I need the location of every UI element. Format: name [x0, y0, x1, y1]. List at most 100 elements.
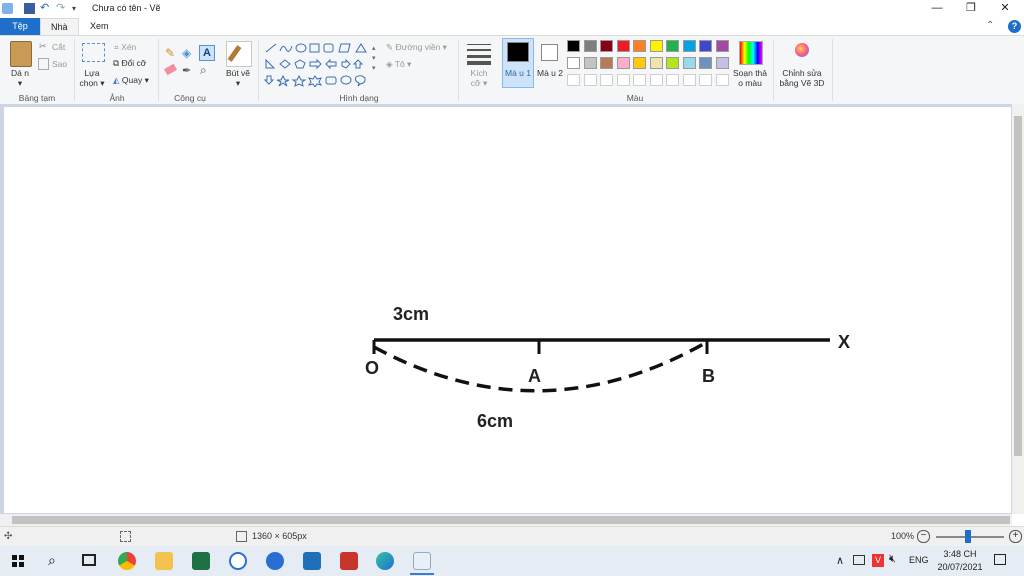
eraser-icon[interactable] [163, 63, 178, 76]
help-icon[interactable]: ? [1008, 20, 1021, 33]
palette-swatch[interactable] [567, 57, 580, 69]
palette-swatch[interactable] [616, 40, 630, 52]
brushes-button[interactable]: Bút vẽ ▾ [224, 68, 252, 88]
palette-swatch[interactable] [567, 40, 580, 52]
file-explorer-icon[interactable] [155, 552, 173, 570]
clock-date[interactable]: 20/07/2021 [935, 562, 985, 572]
drawing-canvas[interactable]: 3cm 6cm O A B X [4, 107, 1011, 513]
palette-swatch[interactable] [583, 40, 597, 52]
outline-button[interactable]: ✎ Đường viền ▾ [386, 42, 447, 53]
windows-start-icon[interactable] [12, 555, 24, 567]
color2-swatch[interactable] [541, 44, 558, 61]
zoom-out-icon[interactable]: − [917, 530, 930, 543]
network-icon[interactable] [853, 555, 865, 565]
cut-button[interactable]: Cắt [52, 42, 65, 52]
paint3d-button[interactable]: Chỉnh sửa bằng Vẽ 3D [778, 68, 826, 88]
edit-colors-button[interactable]: Soạn thả o màu [730, 68, 770, 88]
paint-taskbar-icon[interactable] [413, 552, 431, 570]
palette-swatch[interactable] [682, 40, 696, 52]
zoom-in-icon[interactable]: + [1009, 530, 1022, 543]
close-button[interactable]: ✕ [988, 0, 1022, 18]
palette-swatch[interactable] [699, 57, 712, 69]
palette-swatch[interactable] [699, 74, 712, 86]
palette-swatch[interactable] [633, 57, 646, 69]
color-picker-icon[interactable]: ✒ [182, 64, 191, 77]
horizontal-scroll-thumb[interactable] [12, 516, 1010, 524]
palette-swatch[interactable] [567, 74, 580, 86]
copy-icon[interactable] [38, 58, 49, 70]
paint-app-icon[interactable] [2, 3, 13, 14]
palette-swatch[interactable] [682, 74, 696, 86]
edge-icon[interactable] [376, 552, 394, 570]
vertical-scroll-thumb[interactable] [1014, 116, 1022, 456]
palette-swatch[interactable] [616, 74, 630, 86]
fill-shape-button[interactable]: ◈ Tô ▾ [386, 59, 411, 70]
brushes-icon[interactable] [226, 41, 252, 67]
save-icon[interactable] [24, 3, 35, 14]
palette-swatch[interactable] [616, 57, 630, 69]
show-hidden-icons-icon[interactable]: ∧ [836, 554, 844, 567]
copy-button[interactable]: Sao [52, 59, 67, 69]
size-icon[interactable] [467, 44, 491, 65]
customize-quick-access-icon[interactable]: ▾ [72, 3, 83, 14]
palette-swatch[interactable] [649, 74, 663, 86]
game-icon[interactable] [340, 552, 358, 570]
palette-swatch[interactable] [666, 57, 679, 69]
chrome-icon[interactable] [118, 552, 136, 570]
palette-swatch[interactable] [666, 40, 679, 52]
palette-swatch[interactable] [649, 57, 663, 69]
paint3d-icon[interactable] [792, 41, 812, 63]
paste-button[interactable]: Dá n ▾ [8, 68, 32, 88]
cut-icon[interactable]: ✂ [39, 41, 47, 51]
select-icon[interactable] [82, 43, 105, 62]
minimize-button[interactable]: — [920, 0, 954, 18]
volume-muted-icon[interactable]: 🔇︎ [889, 553, 896, 566]
crop-button[interactable]: ⌗ Xén [114, 42, 136, 53]
palette-swatch[interactable] [715, 40, 729, 52]
select-button[interactable]: Lựa chọn ▾ [76, 68, 108, 88]
text-tool-icon[interactable]: A [199, 45, 215, 61]
palette-swatch[interactable] [699, 40, 712, 52]
palette-swatch[interactable] [583, 57, 597, 69]
pencil-icon[interactable]: ✎ [165, 46, 175, 60]
fill-icon[interactable]: ◈ [182, 46, 191, 60]
palette-swatch[interactable] [633, 40, 646, 52]
undo-icon[interactable]: ↶ [40, 3, 51, 14]
antivirus-icon[interactable]: V [872, 554, 884, 567]
zalo-icon[interactable] [229, 552, 247, 570]
collapse-ribbon-icon[interactable]: ⌃ [986, 20, 994, 31]
search-icon[interactable]: ⌕ [48, 552, 56, 569]
palette-swatch[interactable] [715, 74, 729, 86]
excel-icon[interactable] [192, 552, 210, 570]
palette-swatch[interactable] [666, 74, 679, 86]
resize-button[interactable]: ⧉ Đổi cỡ [113, 58, 146, 68]
redo-icon[interactable]: ↷ [56, 3, 67, 14]
palette-swatch[interactable] [600, 57, 613, 69]
palette-swatch[interactable] [600, 74, 613, 86]
palette-swatch[interactable] [633, 74, 646, 86]
restore-button[interactable]: ❐ [954, 0, 988, 18]
shapes-scroll-icon[interactable]: ▴ ▾ ▾ [372, 44, 376, 74]
palette-swatch[interactable] [682, 57, 696, 69]
notifications-icon[interactable] [994, 554, 1006, 565]
palette-swatch[interactable] [649, 40, 663, 52]
language-indicator[interactable]: ENG [909, 555, 929, 565]
shapes-gallery[interactable] [264, 41, 382, 87]
tab-view[interactable]: Xem [80, 18, 119, 35]
zoom-slider-thumb[interactable] [965, 530, 971, 543]
palette-swatch[interactable] [715, 57, 729, 69]
paste-icon[interactable] [10, 41, 32, 67]
rotate-button[interactable]: ◭ Quay ▾ [113, 75, 149, 85]
color2-label[interactable]: Mà u 2 [536, 68, 564, 78]
tab-file[interactable]: Tệp [0, 18, 40, 35]
remote-desktop-icon[interactable] [303, 552, 321, 570]
size-button[interactable]: Kích cỡ ▾ [466, 68, 492, 88]
edit-colors-icon[interactable] [739, 41, 763, 65]
clock-time[interactable]: 3:48 CH [940, 549, 980, 559]
tab-home[interactable]: Nhà [40, 18, 79, 35]
magnifier-icon[interactable]: ⌕ [200, 63, 207, 78]
task-view-icon[interactable] [82, 554, 96, 566]
palette-swatch[interactable] [600, 40, 613, 52]
color-palette[interactable] [567, 40, 732, 88]
teamviewer-icon[interactable] [266, 552, 284, 570]
